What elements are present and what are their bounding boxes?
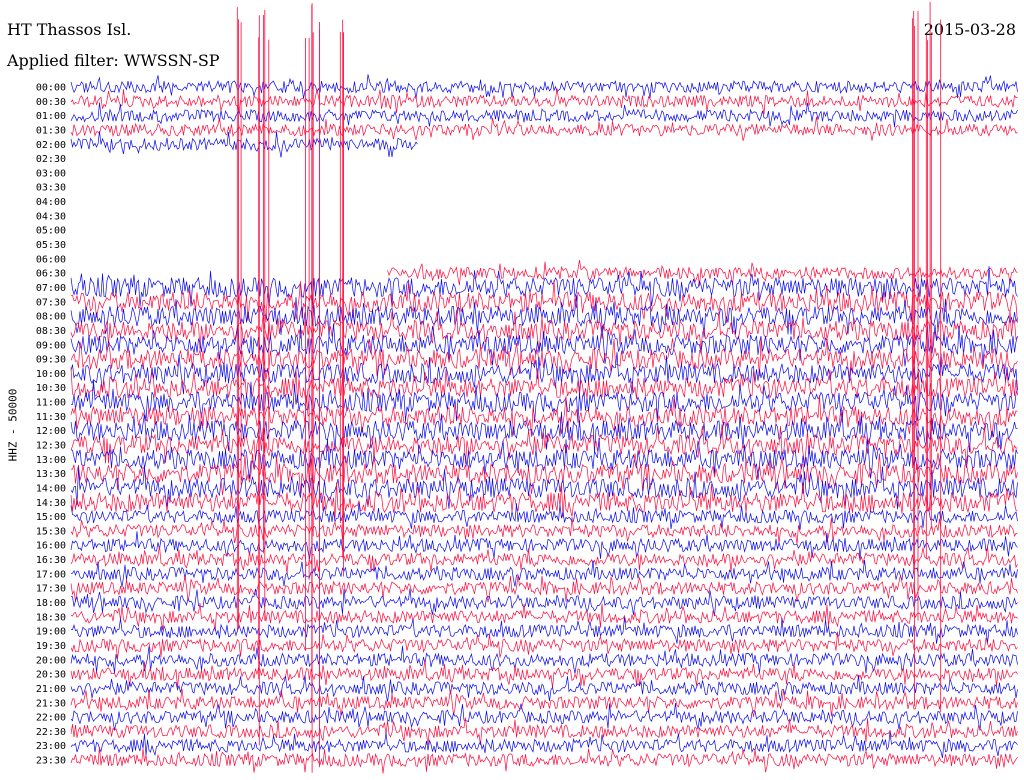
time-label-0930: 09:30	[36, 355, 66, 366]
time-label-0200: 02:00	[36, 140, 66, 151]
time-label-0300: 03:00	[36, 168, 66, 179]
time-label-0730: 07:30	[36, 297, 66, 308]
trace-0200	[70, 131, 418, 158]
time-label-0530: 05:30	[36, 240, 66, 251]
time-label-2230: 22:30	[36, 727, 66, 738]
time-label-0700: 07:00	[36, 283, 66, 294]
time-label-1330: 13:30	[36, 469, 66, 480]
time-label-1800: 18:00	[36, 598, 66, 609]
time-label-1130: 11:30	[36, 412, 66, 423]
time-label-1430: 14:30	[36, 498, 66, 509]
trace-2130	[70, 688, 1018, 717]
time-label-0800: 08:00	[36, 312, 66, 323]
time-label-0100: 01:00	[36, 111, 66, 122]
time-label-1200: 12:00	[36, 426, 66, 437]
time-label-1930: 19:30	[36, 641, 66, 652]
time-label-0230: 02:30	[36, 154, 66, 165]
time-label-2100: 21:00	[36, 684, 66, 695]
time-label-1500: 15:00	[36, 512, 66, 523]
time-label-1830: 18:30	[36, 612, 66, 623]
time-label-0000: 00:00	[36, 83, 66, 94]
time-label-2030: 20:30	[36, 670, 66, 681]
time-label-0830: 08:30	[36, 326, 66, 337]
trace-1930	[70, 631, 1018, 659]
time-label-1900: 19:00	[36, 627, 66, 638]
time-label-0030: 00:30	[36, 97, 66, 108]
time-label-1100: 11:00	[36, 398, 66, 409]
time-label-1700: 17:00	[36, 569, 66, 580]
trace-0100	[70, 102, 1018, 128]
trace-1800	[70, 588, 1018, 617]
time-label-2000: 20:00	[36, 655, 66, 666]
time-label-0600: 06:00	[36, 254, 66, 265]
time-label-1300: 13:00	[36, 455, 66, 466]
trace-2230	[70, 717, 1018, 746]
time-label-1400: 14:00	[36, 484, 66, 495]
time-label-1730: 17:30	[36, 584, 66, 595]
time-label-1230: 12:30	[36, 441, 66, 452]
trace-2200	[70, 702, 1018, 731]
time-label-1030: 10:30	[36, 383, 66, 394]
time-label-2200: 22:00	[36, 713, 66, 724]
time-label-0500: 05:00	[36, 226, 66, 237]
time-label-1000: 10:00	[36, 369, 66, 380]
time-label-0430: 04:30	[36, 211, 66, 222]
time-label-0400: 04:00	[36, 197, 66, 208]
trace-2330	[70, 746, 1018, 774]
trace-2100	[70, 674, 1018, 702]
trace-1400	[70, 466, 1018, 510]
trace-0000	[70, 74, 1018, 100]
time-label-0130: 01:30	[36, 126, 66, 137]
trace-1600	[70, 531, 1018, 560]
trace-0030	[70, 88, 1018, 115]
time-label-1600: 16:00	[36, 541, 66, 552]
helicorder-plot: 00:00 00:30 01:00 01:30 02:00 02:30 03:00 03:30…	[36, 1, 1018, 774]
trace-0630	[387, 260, 1018, 287]
time-label-2300: 23:00	[36, 741, 66, 752]
time-label-0630: 06:30	[36, 269, 66, 280]
time-label-1630: 16:30	[36, 555, 66, 566]
trace-2300	[70, 731, 1018, 759]
trace-1430	[70, 482, 1018, 519]
time-label-0330: 03:30	[36, 183, 66, 194]
trace-0130	[70, 116, 1018, 141]
time-label-2130: 21:30	[36, 698, 66, 709]
time-label-2330: 23:30	[36, 756, 66, 767]
time-label-1530: 15:30	[36, 526, 66, 537]
time-label-0900: 09:00	[36, 340, 66, 351]
trace-1700	[70, 560, 1018, 588]
